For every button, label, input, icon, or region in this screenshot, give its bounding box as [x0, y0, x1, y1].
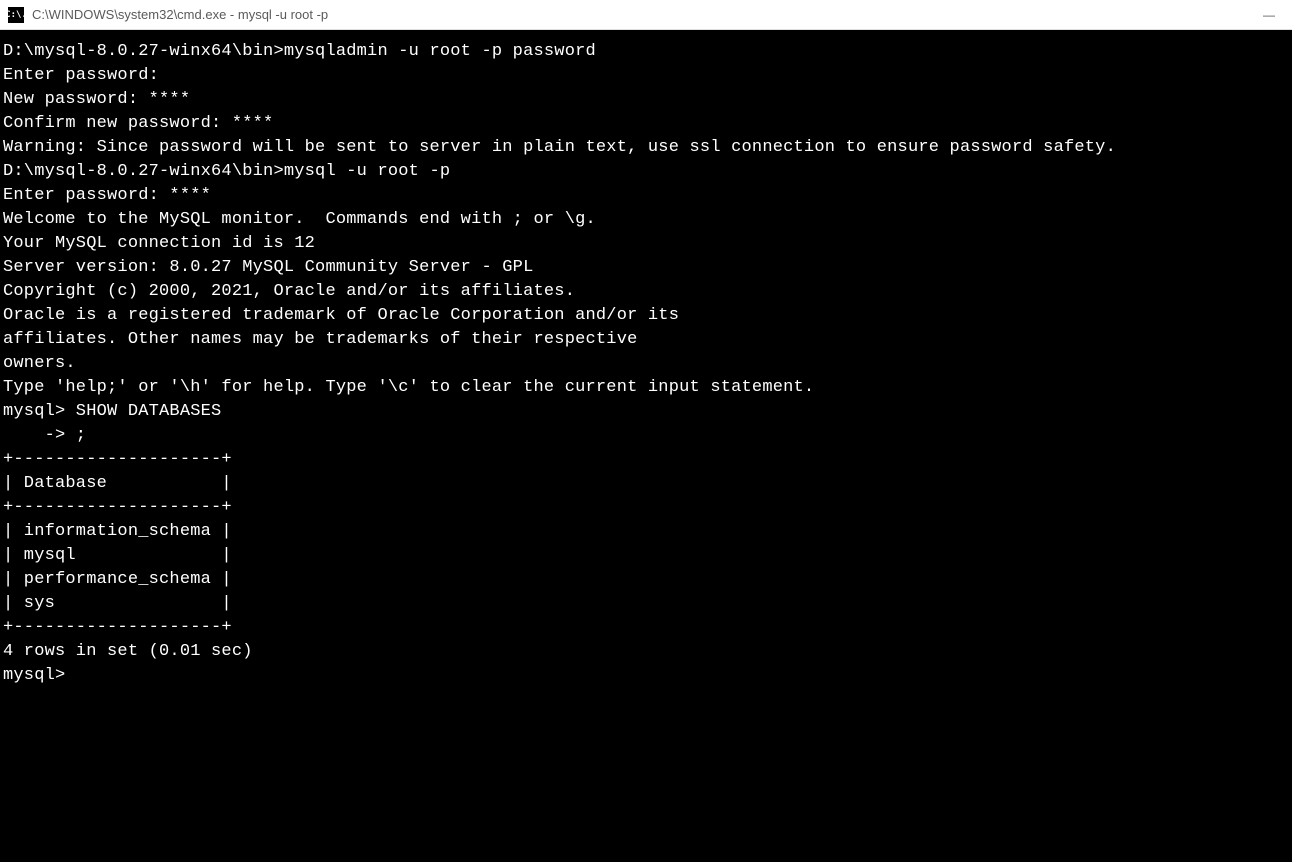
terminal-line: owners. — [3, 352, 1289, 376]
terminal-line: 4 rows in set (0.01 sec) — [3, 640, 1289, 664]
terminal-line: | mysql | — [3, 544, 1289, 568]
cmd-icon: C:\. — [8, 7, 24, 23]
terminal-line: Welcome to the MySQL monitor. Commands e… — [3, 208, 1289, 232]
window-controls: — — [1246, 0, 1292, 30]
terminal-line: Copyright (c) 2000, 2021, Oracle and/or … — [3, 280, 1289, 304]
terminal-output[interactable]: D:\mysql-8.0.27-winx64\bin>mysqladmin -u… — [0, 30, 1292, 862]
terminal-line: mysql> SHOW DATABASES — [3, 400, 1289, 424]
terminal-line: mysql> — [3, 664, 1289, 688]
terminal-line: Oracle is a registered trademark of Orac… — [3, 304, 1289, 328]
terminal-line: | sys | — [3, 592, 1289, 616]
terminal-line: Enter password: **** — [3, 184, 1289, 208]
terminal-line: +--------------------+ — [3, 616, 1289, 640]
terminal-line: D:\mysql-8.0.27-winx64\bin>mysql -u root… — [3, 160, 1289, 184]
terminal-line: Warning: Since password will be sent to … — [3, 136, 1289, 160]
minimize-button[interactable]: — — [1246, 0, 1292, 30]
terminal-line: -> ; — [3, 424, 1289, 448]
terminal-line: Confirm new password: **** — [3, 112, 1289, 136]
terminal-line: D:\mysql-8.0.27-winx64\bin>mysqladmin -u… — [3, 40, 1289, 64]
terminal-line: | Database | — [3, 472, 1289, 496]
terminal-line: +--------------------+ — [3, 496, 1289, 520]
window-title: C:\WINDOWS\system32\cmd.exe - mysql -u r… — [32, 7, 328, 22]
terminal-line: | performance_schema | — [3, 568, 1289, 592]
terminal-line: New password: **** — [3, 88, 1289, 112]
terminal-line: Type 'help;' or '\h' for help. Type '\c'… — [3, 376, 1289, 400]
terminal-line: Server version: 8.0.27 MySQL Community S… — [3, 256, 1289, 280]
terminal-line: affiliates. Other names may be trademark… — [3, 328, 1289, 352]
terminal-line: +--------------------+ — [3, 448, 1289, 472]
terminal-line: | information_schema | — [3, 520, 1289, 544]
terminal-line: Your MySQL connection id is 12 — [3, 232, 1289, 256]
window-titlebar[interactable]: C:\. C:\WINDOWS\system32\cmd.exe - mysql… — [0, 0, 1292, 30]
terminal-line: Enter password: — [3, 64, 1289, 88]
